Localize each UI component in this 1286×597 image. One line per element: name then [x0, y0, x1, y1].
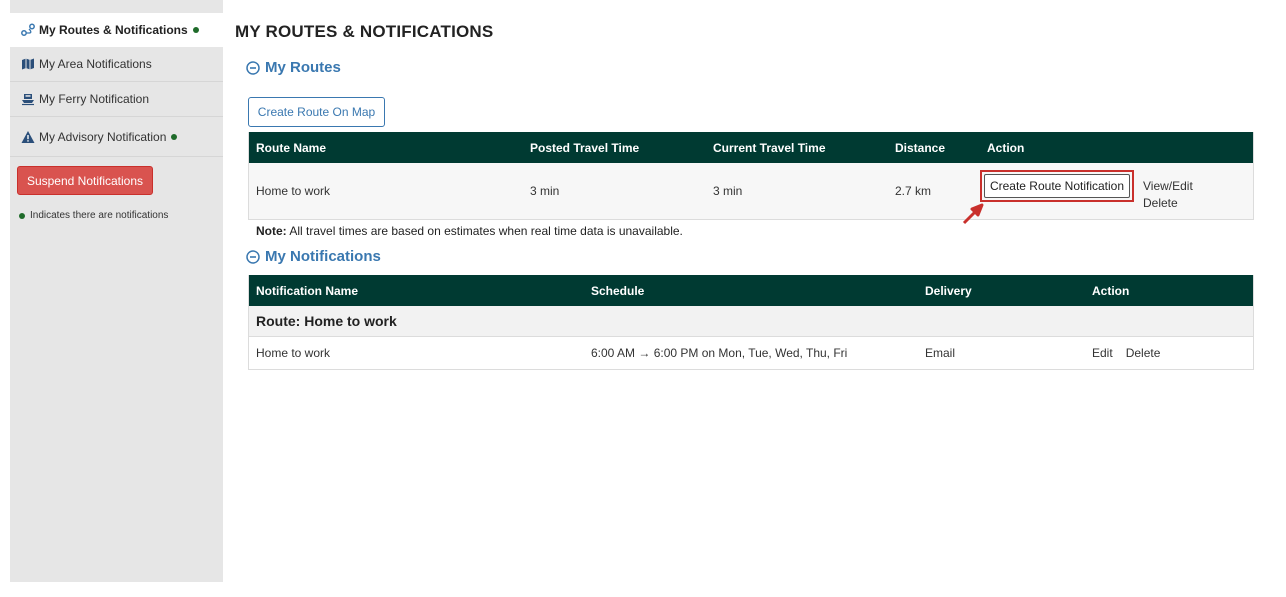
sidebar-item-label: My Advisory Notification — [39, 129, 167, 144]
column-header: Route Name — [256, 140, 327, 155]
table-row: Home to work 3 min 3 min 2.7 km Create R… — [249, 163, 1253, 219]
column-header: Delivery — [925, 283, 972, 298]
posted-travel-time: 3 min — [530, 184, 560, 198]
sidebar-item-area-notifications[interactable]: My Area Notifications — [10, 47, 223, 82]
notifications-table-header: Notification Name Schedule Delivery Acti… — [249, 275, 1253, 306]
pointer-arrow-icon — [962, 203, 984, 225]
legend-text: Indicates there are notifications — [30, 210, 169, 221]
column-header: Posted Travel Time — [530, 140, 640, 155]
column-header: Distance — [895, 140, 946, 155]
notification-schedule: 6:00 AM → 6:00 PM on Mon, Tue, Wed, Thu,… — [591, 346, 848, 360]
column-header: Notification Name — [256, 283, 359, 298]
suspend-notifications-button[interactable]: Suspend Notifications — [17, 166, 153, 195]
routes-table-header: Route Name Posted Travel Time Current Tr… — [249, 132, 1253, 163]
travel-time-note: Note: All travel times are based on esti… — [256, 224, 683, 238]
notification-actions: Edit Delete — [1092, 337, 1173, 369]
sidebar-item-advisory-notification[interactable]: My Advisory Notification — [10, 117, 223, 157]
sidebar-item-my-routes[interactable]: My Routes & Notifications — [10, 13, 223, 47]
routes-table: Route Name Posted Travel Time Current Tr… — [248, 132, 1254, 220]
note-text: All travel times are based on estimates … — [286, 224, 683, 238]
edit-link[interactable]: Edit — [1092, 346, 1113, 360]
sidebar-item-label: My Routes & Notifications — [39, 23, 188, 37]
ferry-icon — [22, 94, 34, 106]
column-header: Action — [987, 140, 1025, 155]
create-route-on-map-button[interactable]: Create Route On Map — [248, 97, 385, 127]
route-actions: View/Edit Delete — [1143, 178, 1193, 212]
sidebar-item-label: My Area Notifications — [39, 57, 152, 71]
notification-legend: Indicates there are notifications — [19, 210, 168, 221]
column-header: Action — [1092, 283, 1130, 298]
map-icon — [22, 58, 34, 70]
my-routes-section-toggle[interactable]: My Routes — [246, 59, 341, 76]
current-travel-time: 3 min — [713, 184, 743, 198]
notification-delivery: Email — [925, 346, 956, 360]
highlight-box: Create Route Notification — [980, 170, 1134, 202]
section-title: My Routes — [265, 59, 341, 76]
collapse-icon — [246, 249, 260, 264]
sidebar-item-ferry-notification[interactable]: My Ferry Notification — [10, 82, 223, 117]
table-row: Home to work 6:00 AM → 6:00 PM on Mon, T… — [249, 337, 1253, 369]
view-edit-link[interactable]: View/Edit — [1143, 178, 1193, 195]
route-name: Home to work — [256, 184, 331, 198]
notification-group-header: Route: Home to work — [249, 306, 1253, 337]
column-header: Current Travel Time — [713, 140, 826, 155]
section-title: My Notifications — [265, 248, 381, 265]
column-header: Schedule — [591, 283, 645, 298]
my-notifications-section-toggle[interactable]: My Notifications — [246, 248, 381, 265]
sidebar: My Routes & Notifications My Area Notifi… — [10, 0, 223, 582]
sidebar-item-label: My Ferry Notification — [39, 92, 150, 106]
notification-dot — [19, 212, 25, 219]
page-title: MY ROUTES & NOTIFICATIONS — [235, 22, 494, 41]
notification-name: Home to work — [256, 346, 331, 360]
delete-link[interactable]: Delete — [1143, 195, 1193, 212]
note-label: Note: — [256, 224, 287, 238]
create-route-notification-button[interactable]: Create Route Notification — [984, 174, 1130, 198]
notification-dot — [192, 27, 199, 33]
notification-dot — [171, 133, 178, 140]
distance: 2.7 km — [895, 184, 932, 198]
delete-link[interactable]: Delete — [1126, 346, 1161, 360]
warning-icon — [21, 130, 35, 143]
route-icon — [21, 23, 35, 36]
notifications-table: Notification Name Schedule Delivery Acti… — [248, 275, 1254, 370]
collapse-icon — [246, 60, 260, 75]
